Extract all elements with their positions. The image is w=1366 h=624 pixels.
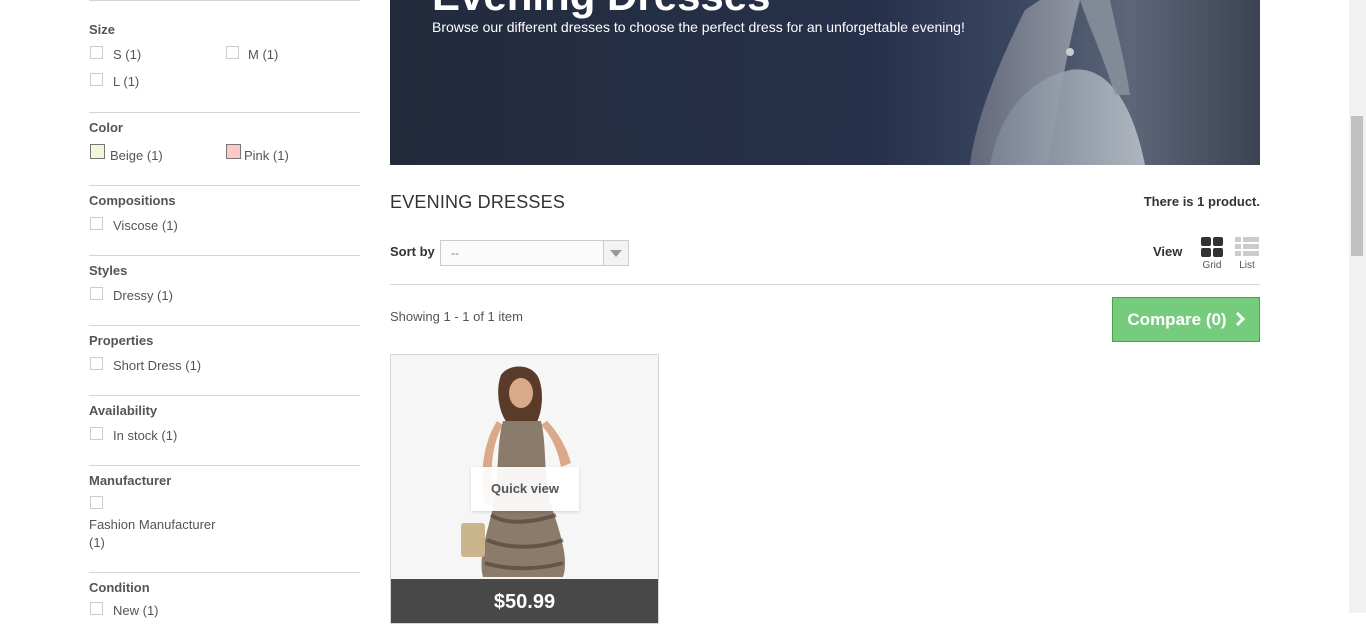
chevron-right-icon	[1235, 298, 1245, 341]
filter-manufacturer: Manufacturer Fashion Manufacturer (1)	[89, 465, 360, 550]
manufacturer-count[interactable]: (1)	[89, 535, 105, 550]
new-checkbox[interactable]	[90, 602, 103, 615]
size-l-label[interactable]: L (1)	[113, 74, 139, 89]
filter-availability: Availability In stock (1)	[89, 395, 360, 443]
dressy-label[interactable]: Dressy (1)	[113, 288, 173, 303]
short-dress-label[interactable]: Short Dress (1)	[113, 358, 201, 373]
toolbar-divider	[390, 284, 1260, 285]
size-m-label[interactable]: M (1)	[248, 47, 278, 62]
product-count-suffix: product.	[1204, 194, 1260, 209]
color-beige-swatch[interactable]	[90, 144, 105, 159]
color-pink-label[interactable]: Pink (1)	[244, 148, 289, 163]
color-beige-label[interactable]: Beige (1)	[110, 148, 163, 163]
viscose-checkbox[interactable]	[90, 217, 103, 230]
short-dress-checkbox[interactable]	[90, 357, 103, 370]
dressy-checkbox[interactable]	[90, 287, 103, 300]
in-stock-label[interactable]: In stock (1)	[113, 428, 177, 443]
manufacturer-label[interactable]: Fashion Manufacturer	[89, 517, 215, 532]
size-l-checkbox[interactable]	[90, 73, 103, 86]
chevron-down-icon[interactable]	[603, 241, 628, 265]
product-price: $50.99	[391, 579, 658, 623]
size-s-label[interactable]: S (1)	[113, 47, 141, 62]
filter-styles: Styles Dressy (1)	[89, 255, 360, 303]
filter-styles-title: Styles	[89, 263, 128, 278]
product-count-prefix: There is	[1143, 194, 1198, 209]
filter-color: Color Beige (1) Pink (1)	[89, 112, 360, 163]
list-view-label: List	[1239, 260, 1255, 271]
compare-button-label: Compare (0)	[1127, 310, 1227, 329]
filter-compositions: Compositions Viscose (1)	[89, 185, 360, 233]
new-label[interactable]: New (1)	[113, 603, 159, 618]
category-banner: Evening Dresses Browse our different dre…	[390, 0, 1260, 165]
grid-icon	[1201, 237, 1223, 257]
filter-size-title: Size	[89, 22, 116, 37]
view-label: View	[1153, 244, 1183, 259]
list-icon	[1235, 237, 1259, 256]
in-stock-checkbox[interactable]	[90, 427, 103, 440]
banner-title: Evening Dresses	[432, 0, 771, 20]
showing-count: Showing 1 - 1 of 1 item	[390, 309, 523, 324]
scrollbar-thumb[interactable]	[1351, 116, 1363, 256]
compare-button[interactable]: Compare (0)	[1112, 297, 1260, 342]
sort-select[interactable]: --	[440, 240, 629, 266]
grid-view-label: Grid	[1202, 260, 1222, 271]
page-scrollbar[interactable]	[1349, 0, 1366, 613]
color-pink-swatch[interactable]	[226, 144, 241, 159]
size-s-checkbox[interactable]	[90, 46, 103, 59]
size-m-checkbox[interactable]	[226, 46, 239, 59]
filter-color-title: Color	[89, 120, 123, 135]
filter-manufacturer-title: Manufacturer	[89, 473, 172, 488]
sidebar-top-divider	[89, 0, 360, 1]
filter-compositions-title: Compositions	[89, 193, 176, 208]
product-card[interactable]: Quick view $50.99	[390, 354, 659, 624]
product-count: There is 1 product.	[1144, 194, 1260, 209]
manufacturer-checkbox[interactable]	[90, 496, 103, 509]
filter-condition: Condition New (1)	[89, 572, 360, 618]
quick-view-button[interactable]: Quick view	[471, 467, 579, 511]
filter-properties-title: Properties	[89, 333, 154, 348]
sort-label: Sort by	[390, 244, 435, 259]
filter-availability-title: Availability	[89, 403, 158, 418]
viscose-label[interactable]: Viscose (1)	[113, 218, 178, 233]
filter-properties: Properties Short Dress (1)	[89, 325, 360, 373]
sort-select-value: --	[451, 246, 459, 260]
grid-view-button[interactable]: Grid	[1199, 236, 1225, 271]
banner-model-image	[970, 0, 1145, 165]
banner-subtitle: Browse our different dresses to choose t…	[432, 19, 965, 35]
list-view-button[interactable]: List	[1234, 236, 1260, 271]
filter-condition-title: Condition	[89, 580, 150, 595]
category-heading: EVENING DRESSES	[390, 192, 566, 212]
